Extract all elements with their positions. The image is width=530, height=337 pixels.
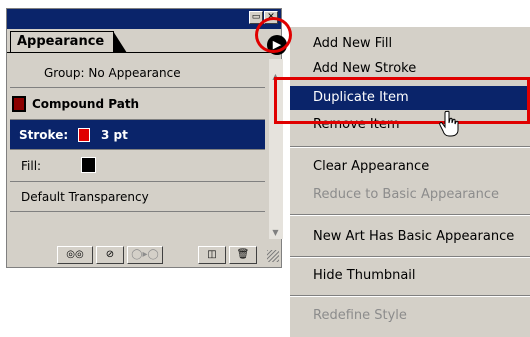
menu-item-label: Add New Fill xyxy=(313,36,393,51)
menu-separator xyxy=(290,256,530,258)
compound-path-label: Compound Path xyxy=(32,96,140,111)
fill-swatch[interactable] xyxy=(81,157,96,173)
reduce-basic-icon[interactable]: ◯▸◯ xyxy=(127,246,163,264)
menu-item-reduce-basic: Reduce to Basic Appearance xyxy=(290,183,530,207)
annotation-rectangle xyxy=(274,77,530,124)
tab-appearance[interactable]: Appearance xyxy=(10,31,127,53)
menu-separator xyxy=(290,214,530,216)
menu-item-redefine-style: Redefine Style xyxy=(290,304,530,328)
menu-item-new-art-basic[interactable]: New Art Has Basic Appearance xyxy=(290,225,530,249)
fill-label: Fill: xyxy=(21,158,42,173)
panel-titlebar[interactable]: ▭ ✕ xyxy=(7,9,281,29)
delete-icon[interactable]: 🗑 xyxy=(229,246,257,264)
compound-thumbnail-icon xyxy=(12,96,26,112)
panel-bottom-bar: ◎◎ ⊘ ◯▸◯ ◫ 🗑 xyxy=(10,242,280,266)
appearance-list: Group: No Appearance Compound Path Strok… xyxy=(10,59,265,239)
list-item-group[interactable]: Group: No Appearance xyxy=(10,59,265,88)
tab-divider xyxy=(7,52,281,53)
menu-item-hide-thumbnail[interactable]: Hide Thumbnail xyxy=(290,264,530,288)
menu-item-label: Hide Thumbnail xyxy=(313,268,416,283)
menu-item-label: New Art Has Basic Appearance xyxy=(313,229,515,244)
clear-appearance-icon[interactable]: ⊘ xyxy=(96,246,124,264)
transparency-label: Default Transparency xyxy=(21,189,149,204)
annotation-circle xyxy=(255,17,292,53)
menu-separator xyxy=(290,295,530,297)
stroke-swatch[interactable] xyxy=(78,128,90,142)
menu-item-label: Reduce to Basic Appearance xyxy=(313,187,500,202)
scroll-down-icon[interactable]: ▼ xyxy=(270,227,281,239)
menu-item-add-new-fill[interactable]: Add New Fill xyxy=(290,32,530,56)
stroke-weight: 3 pt xyxy=(101,127,128,142)
menu-item-label: Redefine Style xyxy=(313,308,407,323)
list-item-compound-path[interactable]: Compound Path xyxy=(10,88,265,120)
resize-grip-icon[interactable] xyxy=(267,250,279,262)
stroke-label: Stroke: xyxy=(19,127,69,142)
tab-appearance-label: Appearance xyxy=(17,34,105,49)
menu-separator xyxy=(290,146,530,148)
list-item-transparency[interactable]: Default Transparency xyxy=(10,182,265,212)
list-item-fill[interactable]: Fill: xyxy=(10,150,265,182)
group-label: Group: No Appearance xyxy=(44,66,181,80)
list-item-stroke[interactable]: Stroke: 3 pt xyxy=(10,120,265,150)
duplicate-item-icon[interactable]: ◫ xyxy=(198,246,226,264)
menu-item-clear-appearance[interactable]: Clear Appearance xyxy=(290,155,530,179)
appearance-flyout-menu: Add New Fill Add New Stroke Duplicate It… xyxy=(289,26,530,337)
menu-item-label: Clear Appearance xyxy=(313,159,430,174)
new-art-basic-icon[interactable]: ◎◎ xyxy=(57,246,93,264)
hand-cursor-icon xyxy=(439,110,459,137)
appearance-panel: ▭ ✕ Appearance ▶ Group: No Appearance Co… xyxy=(6,8,287,268)
